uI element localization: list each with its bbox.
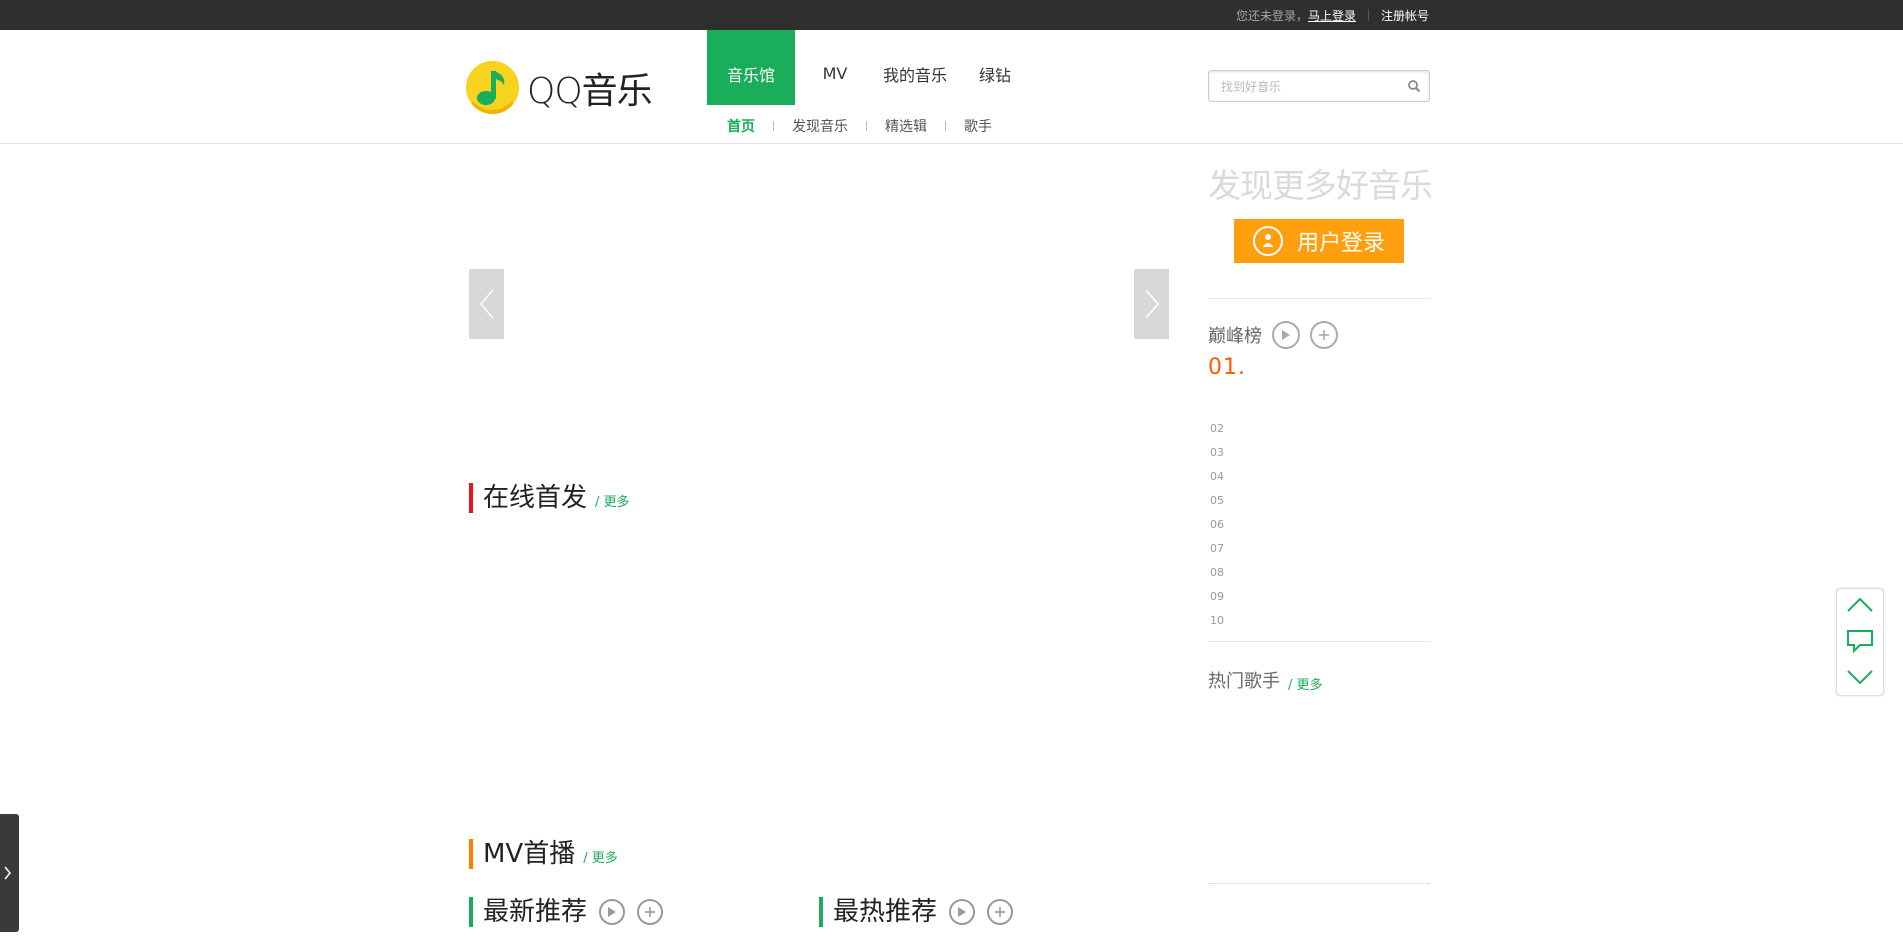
header: QQ音乐 音乐馆 MV 我的音乐 绿钻 首页 发现音乐 精选辑 歌手 — [0, 30, 1903, 144]
rank-first: 01. — [1208, 355, 1246, 380]
section-title: 最新推荐 — [483, 897, 588, 927]
peak-play-button[interactable] — [1272, 321, 1300, 349]
nav-mv[interactable]: MV — [795, 30, 875, 105]
play-icon — [958, 907, 967, 917]
login-prompt: 您还未登录， — [1235, 8, 1308, 23]
search-box — [1208, 70, 1430, 102]
rank-item: 08 — [1210, 566, 1224, 579]
hot-singers-more-link[interactable]: / 更多 — [1288, 674, 1323, 693]
banner-next-button[interactable] — [1134, 269, 1169, 339]
chevron-down-icon[interactable] — [1846, 665, 1874, 689]
hottest-recommend-header: 最热推荐 — [819, 897, 1014, 927]
divider — [945, 121, 946, 131]
play-icon — [608, 907, 617, 917]
rank-item: 06 — [1210, 518, 1224, 531]
mv-premiere-header: MV首播 / 更多 — [469, 839, 618, 869]
rank-item: 04 — [1210, 470, 1224, 483]
section-title: MV首播 — [483, 839, 576, 869]
plus-icon — [995, 907, 1006, 917]
user-status: 您还未登录， 马上登录 注册帐号 — [1236, 0, 1429, 30]
login-button-label: 用户登录 — [1296, 231, 1385, 256]
plus-icon — [645, 907, 656, 917]
subnav-home[interactable]: 首页 — [727, 116, 755, 136]
chevron-left-icon — [479, 289, 494, 319]
play-all-button[interactable] — [949, 899, 976, 925]
divider — [773, 121, 774, 131]
section-bar — [819, 897, 823, 927]
expand-panel-icon — [4, 866, 11, 880]
rank-item: 07 — [1210, 542, 1224, 555]
floating-tool-panel — [1836, 588, 1884, 696]
section-title: 最热推荐 — [833, 897, 938, 927]
nav-my-music[interactable]: 我的音乐 — [875, 30, 955, 105]
chevron-up-icon[interactable] — [1846, 593, 1874, 617]
section-bar — [469, 897, 473, 927]
section-title: 在线首发 — [483, 483, 588, 513]
divider — [1208, 298, 1430, 299]
top-bar: 您还未登录， 马上登录 注册帐号 — [0, 0, 1903, 30]
user-icon — [1252, 226, 1283, 256]
logo-text: QQ音乐 — [527, 70, 653, 112]
online-more-link[interactable]: / 更多 — [595, 491, 630, 510]
search-icon[interactable] — [1407, 79, 1421, 93]
rank-item: 10 — [1210, 614, 1224, 627]
expand-panel-tab[interactable] — [0, 814, 19, 932]
peak-chart-header: 巅峰榜 — [1208, 321, 1338, 349]
feedback-icon[interactable] — [1846, 629, 1874, 653]
chevron-right-icon — [1144, 289, 1159, 319]
latest-recommend-header: 最新推荐 — [469, 897, 664, 927]
rank-item: 05 — [1210, 494, 1224, 507]
divider — [866, 121, 867, 131]
add-all-button[interactable] — [987, 899, 1014, 925]
plus-icon — [1319, 330, 1329, 340]
discover-more-heading: 发现更多好音乐 — [1208, 166, 1433, 205]
play-icon — [1282, 330, 1290, 340]
section-bar — [469, 483, 473, 513]
peak-chart-title: 巅峰榜 — [1208, 326, 1262, 347]
mv-more-link[interactable]: / 更多 — [583, 847, 618, 866]
play-all-button[interactable] — [599, 899, 626, 925]
hot-singers-title: 热门歌手 — [1208, 671, 1280, 692]
divider — [1208, 641, 1430, 642]
divider — [1367, 9, 1369, 21]
rank-item: 09 — [1210, 590, 1224, 603]
rank-item: 02 — [1210, 422, 1224, 435]
banner-prev-button[interactable] — [469, 269, 504, 339]
user-login-button[interactable]: 用户登录 — [1234, 219, 1404, 263]
nav-music-hall[interactable]: 音乐馆 — [707, 30, 795, 105]
rank-list: 02 03 04 05 06 07 08 09 10 — [1210, 417, 1224, 633]
music-note-logo-icon — [466, 61, 519, 114]
online-release-header: 在线首发 / 更多 — [469, 483, 630, 513]
peak-add-button[interactable] — [1310, 321, 1338, 349]
main-nav: 音乐馆 MV 我的音乐 绿钻 — [707, 30, 1035, 105]
subnav-albums[interactable]: 精选辑 — [885, 116, 927, 136]
add-all-button[interactable] — [637, 899, 664, 925]
subnav-discover[interactable]: 发现音乐 — [792, 116, 848, 136]
search-input[interactable] — [1219, 77, 1403, 97]
sub-nav: 首页 发现音乐 精选辑 歌手 — [727, 116, 992, 136]
divider — [1208, 883, 1430, 884]
login-link[interactable]: 马上登录 — [1308, 7, 1356, 24]
nav-green-diamond[interactable]: 绿钻 — [955, 30, 1035, 105]
rank-item: 03 — [1210, 446, 1224, 459]
register-link[interactable]: 注册帐号 — [1381, 7, 1429, 24]
section-bar — [469, 839, 473, 869]
subnav-singers[interactable]: 歌手 — [964, 116, 992, 136]
hot-singers-header: 热门歌手 / 更多 — [1208, 667, 1323, 693]
logo[interactable]: QQ音乐 — [466, 61, 653, 114]
